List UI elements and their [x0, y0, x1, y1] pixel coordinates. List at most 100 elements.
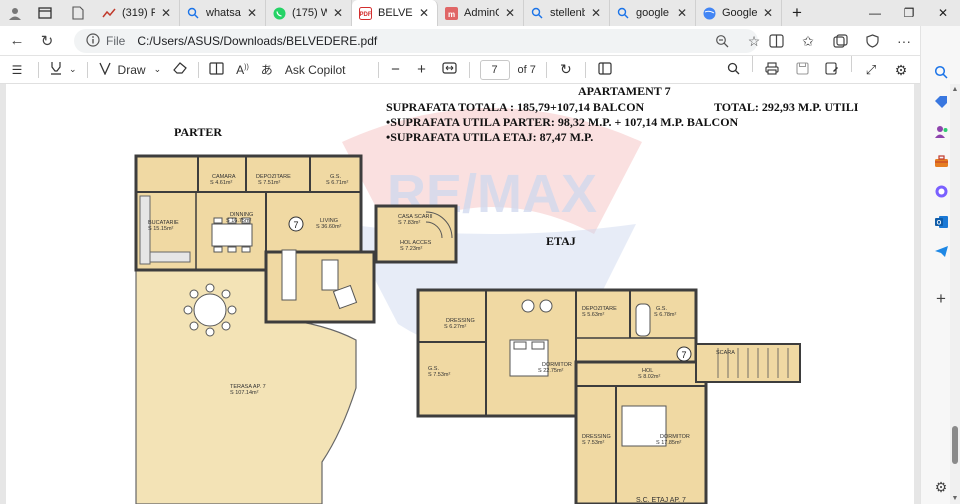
zoom-out-icon[interactable] — [706, 26, 738, 56]
tab-google-earth[interactable]: Google Ea ✕ — [696, 0, 782, 26]
translate-icon: あ — [260, 63, 273, 77]
eraser-icon — [173, 61, 188, 78]
admin-icon: m — [444, 6, 458, 20]
more-options-icon[interactable]: ··· — [888, 26, 920, 56]
tab-title: google ear — [636, 7, 671, 19]
split-screen-icon[interactable] — [760, 26, 792, 56]
svg-text:S 17.85m²: S 17.85m² — [656, 440, 682, 446]
tab-stellenbosch[interactable]: stellenbosc ✕ — [524, 0, 610, 26]
info-icon[interactable] — [86, 32, 100, 50]
new-tab-button[interactable]: + — [782, 0, 812, 26]
save-icon — [795, 62, 809, 78]
upper-floor-area: •SUPRAFATA UTILA ETAJ: 87,47 M.P. — [386, 130, 594, 144]
pdf-settings-button[interactable]: ⚙ — [886, 56, 916, 84]
svg-text:S 7.51m²: S 7.51m² — [258, 180, 280, 186]
pen-icon — [98, 61, 112, 78]
tab-page-icon[interactable] — [60, 0, 96, 26]
zoom-out-button[interactable]: − — [383, 56, 409, 84]
highlight-button[interactable]: ⌄ — [43, 56, 83, 84]
save-button[interactable] — [787, 56, 817, 84]
tab-whatsapp[interactable]: (175) Wha ✕ — [266, 0, 352, 26]
scrollbar-thumb[interactable] — [952, 426, 958, 464]
divider — [198, 61, 200, 78]
print-button[interactable] — [757, 56, 787, 84]
etaj-label: ETAJ — [546, 234, 576, 248]
svg-text:S 7.23m²: S 7.23m² — [400, 246, 422, 252]
svg-text:S 15.15m²: S 15.15m² — [148, 226, 174, 232]
search-icon — [186, 6, 200, 20]
close-icon[interactable]: ✕ — [503, 6, 517, 20]
divider — [86, 61, 88, 78]
rotate-button[interactable]: ↻ — [551, 56, 581, 84]
browser-essentials-icon[interactable] — [856, 26, 888, 56]
orb-icon — [934, 184, 949, 202]
address-bar: ← ↻ File C:/Users/ASUS/Downloads/BELVEDE… — [0, 26, 960, 56]
ask-copilot-button[interactable]: Ask Copilot — [279, 56, 352, 84]
contents-button[interactable]: ☰ — [0, 56, 34, 84]
fit-page-button[interactable] — [435, 56, 465, 84]
erase-button[interactable] — [167, 56, 194, 84]
upper-floor-plan: 7 DRESSING S 6.27m² G.S. S 7.53m² DORMIT… — [416, 288, 801, 504]
restore-button[interactable]: ❐ — [892, 0, 926, 26]
draw-button[interactable]: Draw ⌄ — [92, 56, 168, 84]
tab-belvedere[interactable]: PDF BELVEDERE ✕ — [352, 0, 438, 26]
gear-icon: ⚙ — [934, 478, 948, 495]
profile-avatar[interactable] — [0, 0, 30, 26]
rotate-icon: ↻ — [560, 61, 572, 77]
page-view-button[interactable] — [590, 56, 620, 84]
favorites-icon[interactable]: ✩ — [792, 26, 824, 56]
tab-whatsapp-search[interactable]: whatsapp ✕ — [180, 0, 266, 26]
reading-view-button[interactable] — [203, 56, 230, 84]
tab-actions-icon[interactable] — [30, 0, 60, 26]
page-count-label: of 7 — [517, 63, 536, 76]
chevron-down-icon: ⌄ — [69, 64, 77, 74]
tab-strip: (319) Port ✕ whatsapp ✕ (175) Wha ✕ PDF … — [0, 0, 960, 26]
divider — [545, 61, 547, 78]
save-as-button[interactable] — [817, 56, 847, 84]
zoom-in-button[interactable]: + — [409, 56, 435, 84]
svg-text:S 8.02m²: S 8.02m² — [638, 374, 660, 380]
svg-text:7: 7 — [293, 220, 298, 230]
outlook-icon: O — [934, 215, 949, 232]
reload-button[interactable]: ↻ — [34, 28, 60, 54]
divider — [468, 61, 470, 78]
divider — [377, 61, 379, 78]
fullscreen-button[interactable]: ⤢ — [856, 56, 886, 84]
collections-icon[interactable] — [824, 26, 856, 56]
url-text: C:/Users/ASUS/Downloads/BELVEDERE.pdf — [137, 34, 378, 48]
close-icon[interactable]: ✕ — [159, 6, 173, 20]
scroll-down-icon[interactable]: ▼ — [951, 495, 959, 502]
highlighter-icon — [49, 61, 63, 78]
close-icon[interactable]: ✕ — [589, 6, 603, 20]
search-icon — [616, 6, 630, 20]
tab-portfolio[interactable]: (319) Port ✕ — [96, 0, 180, 26]
chart-icon — [102, 6, 116, 20]
reload-icon: ↻ — [40, 32, 54, 50]
svg-text:m: m — [447, 10, 454, 19]
close-icon[interactable]: ✕ — [417, 6, 431, 20]
translate-button[interactable]: あ — [255, 56, 279, 84]
pdf-page: RE/MAX APARTAMENT 7 SUPRAFATA TOTALA : 1… — [6, 84, 914, 504]
tab-adminone[interactable]: m AdminOne ✕ — [438, 0, 524, 26]
read-aloud-button[interactable]: A)) — [230, 56, 255, 84]
close-icon[interactable]: ✕ — [331, 6, 345, 20]
page-number-input[interactable]: 7 — [479, 59, 510, 80]
whatsapp-icon — [272, 6, 286, 20]
divider — [752, 56, 753, 72]
tab-title: BELVEDERE — [378, 7, 413, 19]
svg-text:S 5.63m²: S 5.63m² — [582, 312, 604, 318]
fit-width-icon — [442, 62, 457, 77]
back-button[interactable]: ← — [4, 28, 30, 54]
close-icon[interactable]: ✕ — [675, 6, 689, 20]
find-button[interactable] — [718, 56, 748, 84]
url-field[interactable]: File C:/Users/ASUS/Downloads/BELVEDERE.p… — [74, 29, 758, 53]
close-icon[interactable]: ✕ — [245, 6, 259, 20]
pdf-scrollbar[interactable]: ▲ ▼ — [950, 84, 960, 504]
scroll-up-icon[interactable]: ▲ — [951, 86, 959, 93]
tab-google-earth-search[interactable]: google ear ✕ — [610, 0, 696, 26]
tab-title: AdminOne — [464, 7, 499, 19]
minimize-button[interactable]: — — [858, 0, 892, 26]
pdf-viewport[interactable]: RE/MAX APARTAMENT 7 SUPRAFATA TOTALA : 1… — [0, 84, 920, 504]
close-window-button[interactable]: ✕ — [926, 0, 960, 26]
close-icon[interactable]: ✕ — [761, 6, 775, 20]
